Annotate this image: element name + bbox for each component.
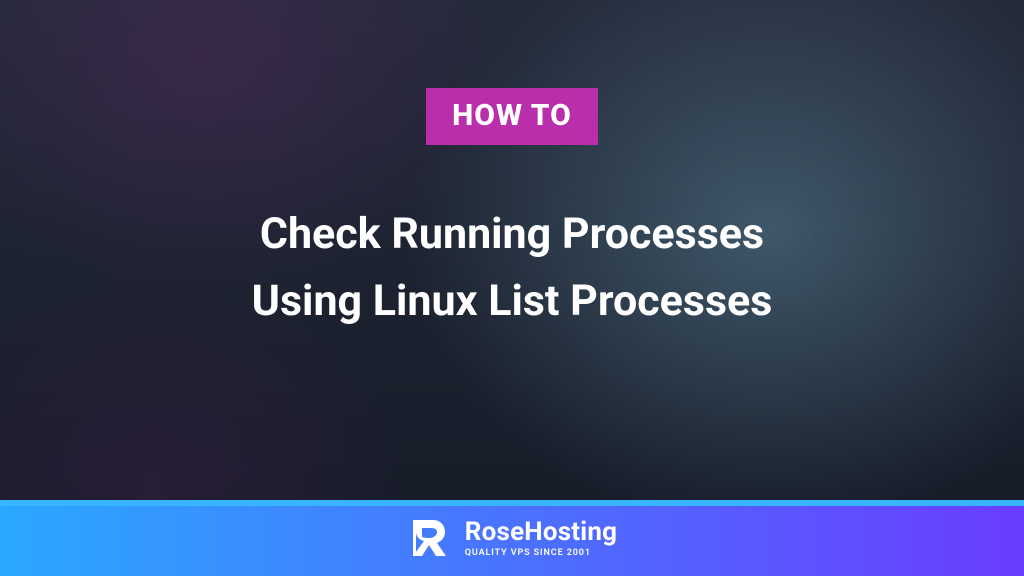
category-badge: HOW TO [426, 88, 598, 145]
article-title: Check Running Processes Using Linux List… [252, 201, 773, 334]
brand-footer: RoseHosting QUALITY VPS SINCE 2001 [0, 500, 1024, 576]
brand-tagline: QUALITY VPS SINCE 2001 [465, 549, 617, 558]
brand-name: RoseHosting [465, 519, 617, 545]
title-line-1: Check Running Processes [252, 201, 773, 268]
hero-banner: HOW TO Check Running Processes Using Lin… [0, 0, 1024, 576]
brand-logo-icon [407, 516, 451, 560]
footer-divider [0, 500, 1024, 506]
title-line-2: Using Linux List Processes [252, 268, 773, 335]
brand-text: RoseHosting QUALITY VPS SINCE 2001 [465, 519, 617, 558]
